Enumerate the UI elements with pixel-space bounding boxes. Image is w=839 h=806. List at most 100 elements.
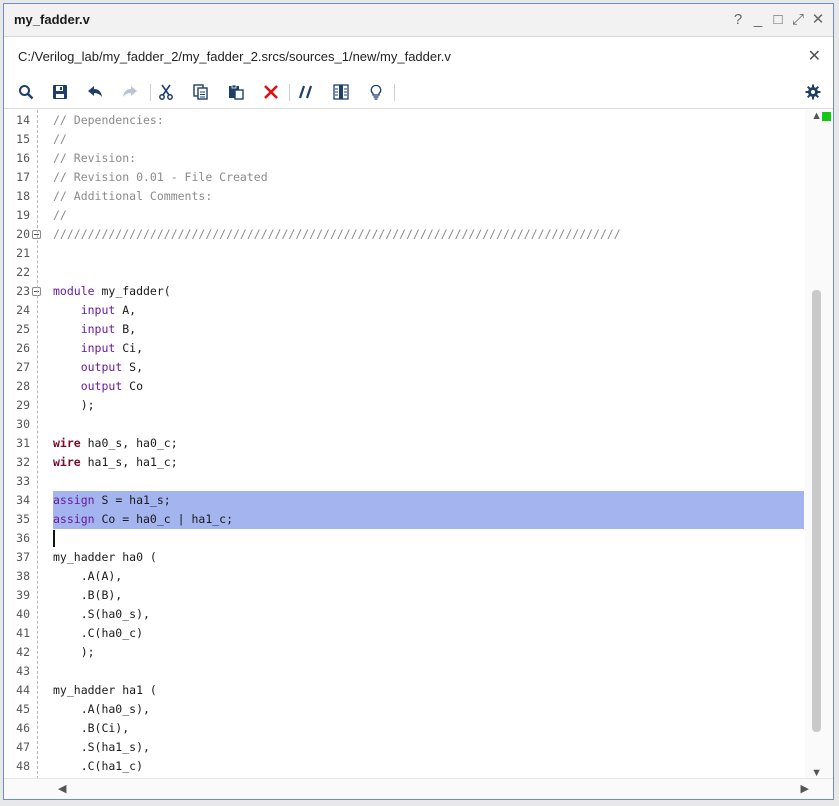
comment-text: // Dependencies: [53, 113, 164, 127]
code-line: input Ci, [53, 339, 804, 358]
comment-text: // [53, 208, 67, 222]
line-number-gutter: 14 15 16 17 18 19 20 21 22 23 24 25 26 27 28 29 30 31 32 33… [4, 110, 41, 779]
code-text: Co [122, 379, 144, 393]
code-line: .B(Ci), [53, 719, 804, 738]
toolbar-separator [289, 84, 290, 101]
code-line: .C(ha1_c) [53, 757, 804, 776]
keyword-text: wire [53, 455, 81, 469]
line-number: 33 [16, 474, 30, 488]
code-line: .B(B), [53, 586, 804, 605]
line-number: 44 [16, 683, 30, 697]
line-number: 34 [16, 493, 30, 507]
code-line: input A, [53, 301, 804, 320]
search-icon[interactable] [16, 82, 36, 102]
horizontal-scrollbar[interactable]: ◀ ▶ [4, 778, 833, 799]
line-number: 15 [16, 132, 30, 146]
line-number: 19 [16, 208, 30, 222]
float-button[interactable]: ⤢ [789, 11, 807, 29]
line-number: 20 [16, 227, 30, 241]
line-number: 38 [16, 569, 30, 583]
comment-text: // Revision 0.01 - File Created [53, 170, 268, 184]
code-text: .A(ha0_s), [53, 702, 150, 716]
toggle-comment-icon[interactable] [296, 82, 316, 102]
editor-window: my_fadder.v ? _ □ ⤢ ✕ C:/Verilog_lab/my_… [3, 3, 834, 800]
save-icon[interactable] [50, 82, 70, 102]
line-number: 46 [16, 721, 30, 735]
line-number: 41 [16, 626, 30, 640]
line-number: 16 [16, 151, 30, 165]
keyword-text: input [80, 322, 116, 336]
scroll-left-arrow[interactable]: ◀ [58, 782, 66, 795]
settings-icon[interactable] [803, 82, 823, 102]
line-number: 24 [16, 303, 30, 317]
keyword-text: wire [53, 436, 81, 450]
minimize-button[interactable]: _ [749, 11, 767, 29]
keyword-text: module [53, 284, 95, 298]
line-number: 23 [16, 284, 30, 298]
code-area[interactable]: // Dependencies: // // Revision: // Revisio… [53, 110, 804, 779]
paste-icon[interactable] [226, 82, 246, 102]
code-line: input B, [53, 320, 804, 339]
comment-text: ////////////////////////////////////////… [53, 227, 621, 241]
line-number: 22 [16, 265, 30, 279]
code-line: output S, [53, 358, 804, 377]
redo-icon[interactable] [120, 82, 140, 102]
code-text: .S(ha1_s), [53, 740, 150, 754]
delete-icon[interactable] [261, 82, 281, 102]
code-line: .S(ha0_s), [53, 605, 804, 624]
gutter-divider [37, 110, 38, 779]
line-number: 36 [16, 531, 30, 545]
close-window-button[interactable]: ✕ [809, 11, 827, 29]
code-line: module my_fadder( [53, 282, 804, 301]
close-file-button[interactable]: ✕ [808, 46, 821, 66]
code-text: ha1_s, ha1_c; [80, 455, 178, 469]
code-line: .A(ha0_s), [53, 700, 804, 719]
editor-toolbar [4, 76, 833, 109]
line-number: 37 [16, 550, 30, 564]
help-button[interactable]: ? [729, 11, 747, 29]
vertical-scroll-thumb[interactable] [812, 290, 821, 732]
code-line: output Co [53, 377, 804, 396]
scroll-up-arrow[interactable]: ▲ [811, 110, 822, 122]
comment-text: // Revision: [53, 151, 137, 165]
line-number: 26 [16, 341, 30, 355]
code-line: .S(ha1_s), [53, 738, 804, 757]
line-number: 39 [16, 588, 30, 602]
code-line: my_hadder ha1 ( [53, 681, 804, 700]
code-text: .B(B), [53, 588, 123, 602]
code-text: S = ha1_s; [94, 493, 171, 507]
column-select-icon[interactable] [331, 82, 351, 102]
line-number: 32 [16, 455, 30, 469]
copy-icon[interactable] [191, 82, 211, 102]
code-line: .A(A), [53, 567, 804, 586]
code-line: // Additional Comments: [53, 187, 804, 206]
code-line: // [53, 206, 804, 225]
code-line: wire ha1_s, ha1_c; [53, 453, 804, 472]
line-number: 30 [16, 417, 30, 431]
line-number: 35 [16, 512, 30, 526]
scroll-right-arrow[interactable]: ▶ [801, 782, 809, 795]
line-number: 40 [16, 607, 30, 621]
code-text: .A(A), [53, 569, 123, 583]
code-editor[interactable]: 14 15 16 17 18 19 20 21 22 23 24 25 26 27 28 29 30 31 32 33… [4, 110, 833, 779]
cut-icon[interactable] [156, 82, 176, 102]
line-number: 29 [16, 398, 30, 412]
code-text: .C(ha1_c) [53, 759, 144, 773]
line-number: 47 [16, 740, 30, 754]
quick-help-icon[interactable] [366, 82, 386, 102]
keyword-text: assign [53, 512, 95, 526]
line-number: 25 [16, 322, 30, 336]
vertical-scrollbar[interactable]: ▲ ▼ [805, 110, 833, 779]
line-number: 48 [16, 759, 30, 773]
code-line: // [53, 130, 804, 149]
maximize-button[interactable]: □ [769, 11, 787, 29]
window-title: my_fadder.v [14, 12, 90, 27]
code-text: ); [53, 398, 95, 412]
undo-icon[interactable] [85, 82, 105, 102]
code-text: my_fadder( [94, 284, 171, 298]
keyword-text: output [80, 360, 123, 374]
comment-text: // [53, 132, 67, 146]
